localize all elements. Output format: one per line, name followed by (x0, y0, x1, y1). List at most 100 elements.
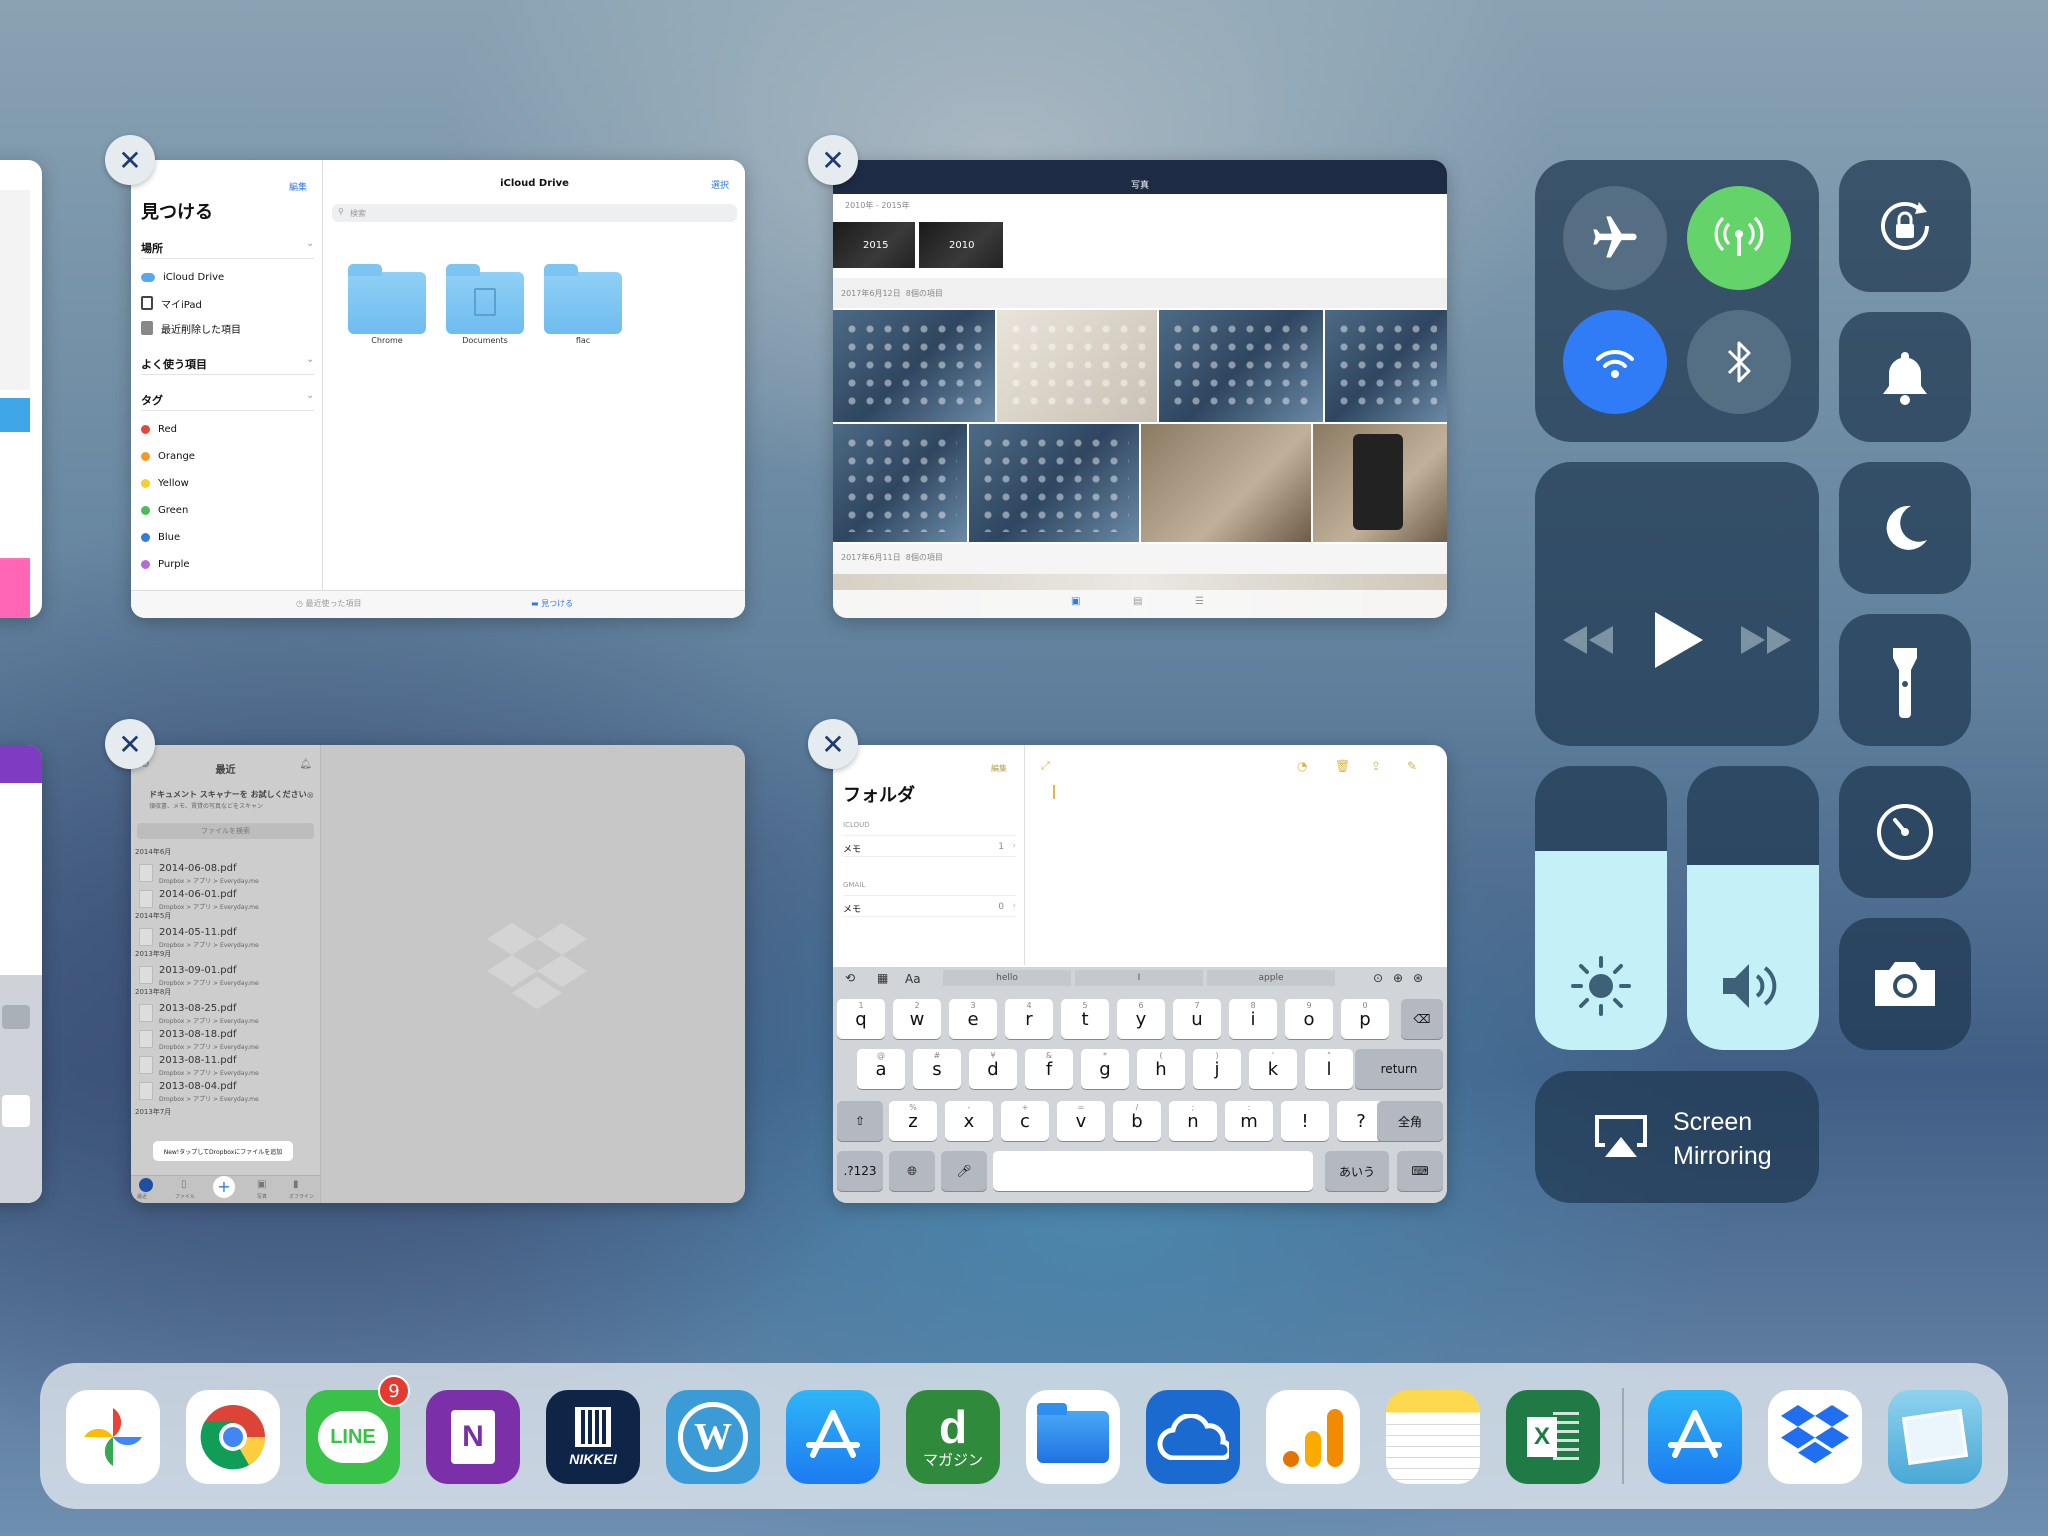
photo-thumb[interactable] (833, 310, 995, 422)
bell-icon[interactable]: 🔔︎ (299, 759, 312, 770)
excel-icon[interactable]: X (1506, 1390, 1600, 1484)
key[interactable]: ' k (1249, 1049, 1297, 1089)
numbers-key[interactable]: .?123 (837, 1151, 883, 1191)
google-photos-icon[interactable] (66, 1390, 160, 1484)
camera-button[interactable] (1839, 918, 1971, 1050)
onenote-icon[interactable]: N (426, 1390, 520, 1484)
photos-tab-icon[interactable]: ▣ (257, 1179, 266, 1190)
key[interactable]: + c (1001, 1101, 1049, 1141)
zenkaku-key[interactable]: 全角 (1377, 1101, 1443, 1141)
key[interactable]: 8i (1229, 999, 1277, 1039)
select-button[interactable]: 選択 (711, 178, 729, 191)
rotation-lock-button[interactable] (1839, 160, 1971, 292)
list-item[interactable]: 2013-08-04.pdf Dropbox > アプリ > Everyday.m… (135, 1077, 273, 1109)
edit-button[interactable]: 編集 (289, 180, 307, 193)
key[interactable]: ) j (1193, 1049, 1241, 1089)
format-button[interactable]: Aa (905, 972, 921, 986)
photo-thumb[interactable] (833, 424, 967, 542)
tag-item-orange[interactable]: Orange (141, 445, 195, 467)
key[interactable]: -x (945, 1101, 993, 1141)
photos-tab-icon[interactable]: ▣ (1071, 596, 1080, 607)
notes-icon[interactable] (1386, 1390, 1480, 1484)
key[interactable]: = v (1057, 1101, 1105, 1141)
search-input[interactable]: ファイルを検索 (137, 823, 314, 839)
suggestion-3[interactable]: apple (1207, 970, 1335, 986)
tag-item-yellow[interactable]: Yellow (141, 472, 189, 494)
kana-key[interactable]: あいう (1325, 1151, 1389, 1191)
key[interactable]: 9o (1285, 999, 1333, 1039)
tag-item-red[interactable]: Red (141, 418, 177, 440)
key[interactable]: % z (889, 1101, 937, 1141)
partial-app-card-top[interactable] (0, 160, 42, 618)
folder-chrome[interactable] (348, 264, 426, 334)
key[interactable]: (h (1137, 1049, 1185, 1089)
hide-keyboard-key[interactable]: ⌨ (1397, 1151, 1443, 1191)
analytics-icon[interactable] (1266, 1390, 1360, 1484)
files-tab-icon[interactable]: ▯ (181, 1179, 187, 1190)
sidebar-item-my-ipad[interactable]: マイiPad (141, 292, 202, 314)
play-icon[interactable] (1647, 608, 1707, 672)
tag-item-green[interactable]: Green (141, 499, 188, 521)
tab-recent[interactable]: ◷ 最近使った項目 (296, 598, 362, 609)
photos-app-card[interactable]: 写真 2010年 - 2015年 2015 2010 2017年6月12日 8個… (833, 160, 1447, 618)
share-person-icon[interactable]: ◔ (1297, 759, 1307, 773)
bluetooth-toggle[interactable] (1687, 310, 1791, 414)
rewind-icon[interactable] (1559, 622, 1615, 658)
key[interactable]: # s (913, 1049, 961, 1089)
close-files-card-button[interactable]: ✕ (105, 135, 155, 185)
share-icon[interactable]: ⇪ (1371, 759, 1381, 773)
suggestion-1[interactable]: hello (943, 970, 1071, 986)
silent-mode-button[interactable] (1839, 312, 1971, 442)
close-photos-card-button[interactable]: ✕ (808, 135, 858, 185)
add-button[interactable]: + (213, 1176, 235, 1198)
photo-thumb[interactable] (997, 310, 1157, 422)
screen-mirroring-button[interactable]: Screen Mirroring (1535, 1071, 1819, 1203)
shift-key[interactable]: ⇧ (837, 1101, 883, 1141)
delete-key[interactable]: ⌫ (1401, 999, 1443, 1039)
suggestion-2[interactable]: I (1075, 970, 1203, 986)
albums-tab-icon[interactable]: ▤ (1133, 596, 1142, 607)
folder-flac[interactable] (544, 264, 622, 334)
folder-documents[interactable] (446, 264, 524, 334)
key[interactable]: * g (1081, 1049, 1129, 1089)
return-key[interactable]: return (1355, 1049, 1443, 1089)
sidebar-item-recently-deleted[interactable]: 最近削除した項目 (141, 317, 241, 339)
key[interactable]: 4r (1005, 999, 1053, 1039)
onedrive-icon[interactable] (1146, 1390, 1240, 1484)
wordpress-icon[interactable]: W (666, 1390, 760, 1484)
favorites-header[interactable]: よく使う項目 (141, 356, 207, 372)
key[interactable]: 7u (1173, 999, 1221, 1039)
year-thumb-2010[interactable]: 2010 (919, 222, 1003, 268)
cellular-data-toggle[interactable] (1687, 186, 1791, 290)
close-icon[interactable]: ⊗ (306, 791, 314, 801)
table-icon[interactable]: ▦ (877, 971, 888, 985)
tags-header[interactable]: タグ (141, 392, 163, 408)
tab-browse[interactable]: ▬ 見つける (531, 598, 573, 609)
key[interactable]: 6y (1117, 999, 1165, 1039)
trash-icon[interactable]: 🗑︎ (1335, 759, 1350, 773)
undo-icon[interactable]: ⟲ (845, 971, 855, 985)
key[interactable]: ; n (1169, 1101, 1217, 1141)
close-notes-card-button[interactable]: ✕ (808, 719, 858, 769)
dropbox-icon[interactable] (1768, 1390, 1862, 1484)
d-magazine-icon[interactable]: d マガジン (906, 1390, 1000, 1484)
key[interactable]: @ a (857, 1049, 905, 1089)
tag-item-blue[interactable]: Blue (141, 526, 180, 548)
key[interactable]: 2w (893, 999, 941, 1039)
add-icon[interactable]: ⊕ (1393, 971, 1403, 985)
key[interactable]: " l (1305, 1049, 1353, 1089)
do-not-disturb-button[interactable] (1839, 462, 1971, 594)
key[interactable]: / b (1113, 1101, 1161, 1141)
space-key[interactable] (993, 1151, 1313, 1191)
nikkei-icon[interactable]: NIKKEI (546, 1390, 640, 1484)
tag-item-purple[interactable]: Purple (141, 553, 190, 575)
chevron-down-icon[interactable]: ⌄ (306, 354, 314, 365)
dropbox-app-card[interactable]: ⚙ 最近 🔔︎ ドキュメント スキャナーを お試しください 領収書、メモ、賃貸の… (131, 745, 745, 1203)
close-dropbox-card-button[interactable]: ✕ (105, 719, 155, 769)
partial-app-card-bottom[interactable] (0, 745, 42, 1203)
expand-icon[interactable]: ⤢ (1041, 759, 1050, 773)
folder-row-gmail-notes[interactable]: メモ 0 › (843, 895, 1016, 917)
compose-icon[interactable]: ✎ (1407, 759, 1417, 773)
photo-thumb[interactable] (1159, 310, 1323, 422)
sketch-icon[interactable]: ⊛ (1413, 971, 1423, 985)
